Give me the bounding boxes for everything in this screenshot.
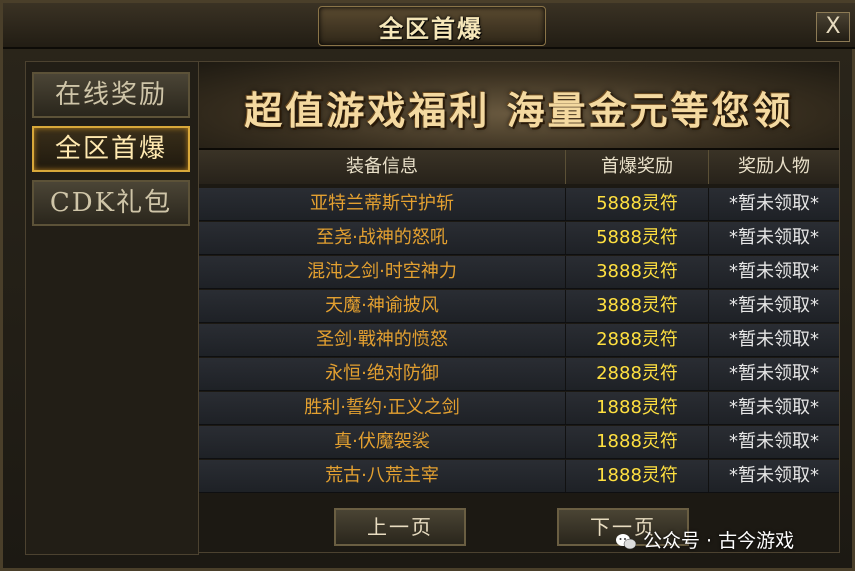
item-name: 亚特兰蒂斯守护斩 — [199, 188, 566, 220]
item-reward: 1888灵符 — [566, 460, 709, 492]
table-row: 天魔·神谕披风 3888灵符 *暂未领取* — [199, 290, 839, 323]
item-reward: 1888灵符 — [566, 392, 709, 424]
item-reward: 5888灵符 — [566, 222, 709, 254]
game-window: 全区首爆 X 在线奖励 全区首爆 CDK礼包 超值游戏福利 海量金元等您领 装备… — [0, 0, 855, 571]
item-name: 荒古·八荒主宰 — [199, 460, 566, 492]
sidebar-item-first-drop[interactable]: 全区首爆 — [32, 126, 190, 172]
item-reward: 2888灵符 — [566, 358, 709, 390]
table-row: 胜利·誓约·正义之剑 1888灵符 *暂未领取* — [199, 392, 839, 425]
item-reward: 5888灵符 — [566, 188, 709, 220]
header-equipment: 装备信息 — [199, 150, 566, 184]
item-recipient: *暂未领取* — [729, 431, 819, 452]
item-recipient: *暂未领取* — [729, 261, 819, 282]
sidebar-item-cdk-gift[interactable]: CDK礼包 — [32, 180, 190, 226]
item-name: 永恒·绝对防御 — [199, 358, 566, 390]
item-recipient: *暂未领取* — [729, 193, 819, 214]
prev-page-button[interactable]: 上一页 — [334, 508, 466, 546]
item-recipient: *暂未领取* — [729, 295, 819, 316]
close-button[interactable]: X — [816, 12, 850, 42]
item-reward: 2888灵符 — [566, 324, 709, 356]
window-title: 全区首爆 — [379, 15, 483, 43]
watermark-text: 公众号 · 古今游戏 — [643, 530, 795, 552]
table-row: 混沌之剑·时空神力 3888灵符 *暂未领取* — [199, 256, 839, 289]
item-name: 胜利·誓约·正义之剑 — [199, 392, 566, 424]
table-row: 真·伏魔袈裟 1888灵符 *暂未领取* — [199, 426, 839, 459]
item-name: 天魔·神谕披风 — [199, 290, 566, 322]
banner-text: 超值游戏福利 海量金元等您领 — [244, 88, 794, 133]
wechat-icon — [616, 533, 637, 549]
sidebar: 在线奖励 全区首爆 CDK礼包 — [25, 61, 199, 555]
table-row: 至尧·战神的怒吼 5888灵符 *暂未领取* — [199, 222, 839, 255]
item-recipient: *暂未领取* — [729, 329, 819, 350]
item-reward: 3888灵符 — [566, 290, 709, 322]
item-recipient: *暂未领取* — [729, 227, 819, 248]
main-panel: 超值游戏福利 海量金元等您领 装备信息 首爆奖励 奖励人物 亚特兰蒂斯守护斩 5… — [198, 61, 840, 553]
item-name: 混沌之剑·时空神力 — [199, 256, 566, 288]
item-name: 真·伏魔袈裟 — [199, 426, 566, 458]
item-reward: 3888灵符 — [566, 256, 709, 288]
title-bar: 全区首爆 X — [3, 3, 855, 49]
watermark: 公众号 · 古今游戏 — [615, 527, 794, 555]
sidebar-item-online-reward[interactable]: 在线奖励 — [32, 72, 190, 118]
item-name: 至尧·战神的怒吼 — [199, 222, 566, 254]
item-recipient: *暂未领取* — [729, 465, 819, 486]
table-row: 亚特兰蒂斯守护斩 5888灵符 *暂未领取* — [199, 188, 839, 221]
item-name: 圣剑·戰神的愤怒 — [199, 324, 566, 356]
table-header: 装备信息 首爆奖励 奖励人物 — [199, 150, 839, 184]
table-row: 圣剑·戰神的愤怒 2888灵符 *暂未领取* — [199, 324, 839, 357]
header-recipient: 奖励人物 — [738, 156, 810, 177]
item-recipient: *暂未领取* — [729, 363, 819, 384]
table-row: 荒古·八荒主宰 1888灵符 *暂未领取* — [199, 460, 839, 493]
banner: 超值游戏福利 海量金元等您领 — [199, 62, 839, 150]
item-recipient: *暂未领取* — [729, 397, 819, 418]
header-reward: 首爆奖励 — [566, 150, 709, 184]
item-reward: 1888灵符 — [566, 426, 709, 458]
table-row: 永恒·绝对防御 2888灵符 *暂未领取* — [199, 358, 839, 391]
